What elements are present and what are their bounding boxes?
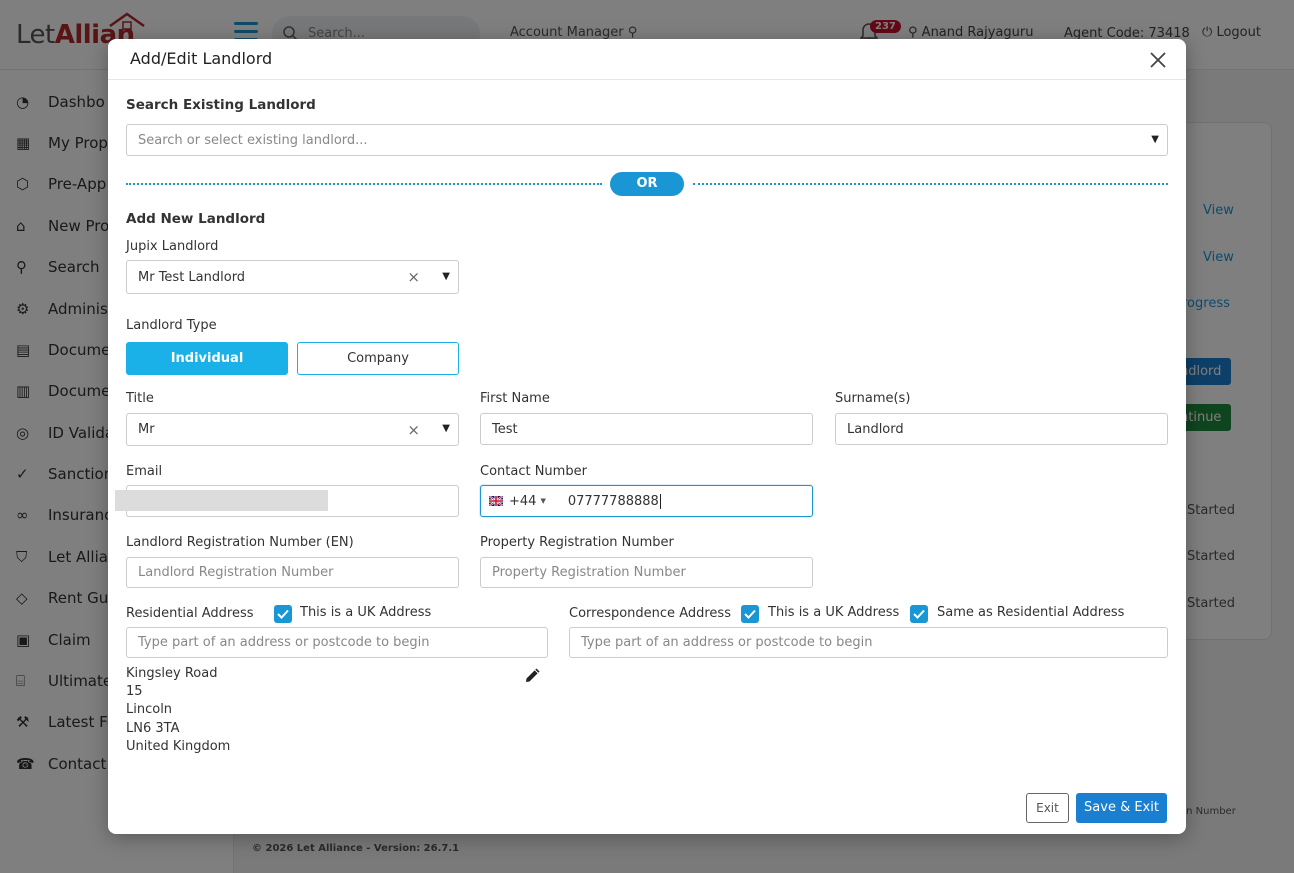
pencil-icon[interactable] <box>523 665 543 685</box>
chevron-down-icon: ▼ <box>540 497 546 505</box>
residential-uk-label: This is a UK Address <box>300 605 432 620</box>
property-reg-field[interactable]: Property Registration Number <box>480 557 813 588</box>
correspondence-uk-checkbox[interactable] <box>741 605 759 623</box>
add-new-landlord-heading: Add New Landlord <box>126 211 266 227</box>
or-separator: OR <box>610 172 684 196</box>
title-label: Title <box>126 391 154 406</box>
checkmark-icon <box>913 609 925 619</box>
chevron-down-icon: ▼ <box>442 271 450 282</box>
dial-code: +44 <box>509 493 537 509</box>
jupix-landlord-select[interactable]: Mr Test Landlord × ▼ <box>126 260 459 294</box>
divider-right <box>693 183 1168 185</box>
save-and-exit-button[interactable]: Save & Exit <box>1076 793 1167 823</box>
same-as-residential-checkbox[interactable] <box>910 605 928 623</box>
checkmark-icon <box>744 609 756 619</box>
clear-icon[interactable]: × <box>407 421 420 439</box>
residential-address-label: Residential Address <box>126 606 254 621</box>
add-edit-landlord-modal: Add/Edit Landlord Search Existing Landlo… <box>108 39 1186 834</box>
correspondence-uk-label: This is a UK Address <box>768 605 900 620</box>
address-line: Lincoln <box>126 702 173 718</box>
type-individual-button[interactable]: Individual <box>126 342 288 375</box>
surname-field[interactable]: Landlord <box>835 413 1168 445</box>
chevron-down-icon: ▼ <box>1151 134 1159 145</box>
modal-header: Add/Edit Landlord <box>108 39 1186 80</box>
surname-label: Surname(s) <box>835 391 911 406</box>
address-line: 15 <box>126 684 143 700</box>
contact-number-field[interactable]: +44 ▼ 07777788888 <box>480 485 813 517</box>
residential-uk-checkbox[interactable] <box>274 605 292 623</box>
first-name-field[interactable]: Test <box>480 413 813 445</box>
residential-address-display: Kingsley Road 15 Lincoln LN6 3TA United … <box>126 665 230 756</box>
contact-number-label: Contact Number <box>480 464 587 479</box>
checkmark-icon <box>277 609 289 619</box>
chevron-down-icon: ▼ <box>442 423 450 434</box>
same-as-residential-label: Same as Residential Address <box>937 605 1125 620</box>
modal-title: Add/Edit Landlord <box>130 49 273 68</box>
email-redacted <box>115 490 328 511</box>
residential-address-search[interactable]: Type part of an address or postcode to b… <box>126 627 548 658</box>
landlord-reg-label: Landlord Registration Number (EN) <box>126 535 354 550</box>
jupix-landlord-label: Jupix Landlord <box>126 239 219 254</box>
address-line: LN6 3TA <box>126 720 180 736</box>
search-existing-landlord-select[interactable]: Search or select existing landlord... ▼ <box>126 124 1168 156</box>
title-select[interactable]: Mr × ▼ <box>126 413 459 446</box>
uk-flag-icon[interactable] <box>489 496 503 506</box>
property-reg-label: Property Registration Number <box>480 535 674 550</box>
divider-left <box>126 183 602 185</box>
search-existing-label: Search Existing Landlord <box>126 97 316 113</box>
close-icon[interactable] <box>1148 50 1168 70</box>
first-name-label: First Name <box>480 391 550 406</box>
exit-button[interactable]: Exit <box>1026 793 1069 823</box>
email-label: Email <box>126 464 163 479</box>
clear-icon[interactable]: × <box>407 268 420 286</box>
landlord-type-label: Landlord Type <box>126 318 217 333</box>
correspondence-address-search[interactable]: Type part of an address or postcode to b… <box>569 627 1168 658</box>
address-line: United Kingdom <box>126 738 231 754</box>
landlord-reg-field[interactable]: Landlord Registration Number <box>126 557 459 588</box>
correspondence-address-label: Correspondence Address <box>569 606 731 621</box>
address-line: Kingsley Road <box>126 666 218 681</box>
type-company-button[interactable]: Company <box>297 342 459 375</box>
